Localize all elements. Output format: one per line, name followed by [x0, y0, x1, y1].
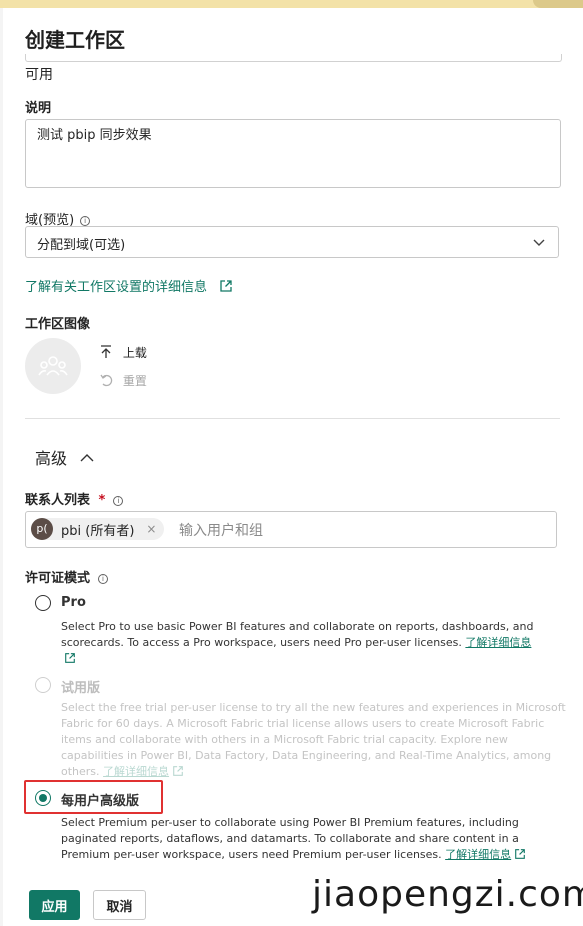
option-pro-learn-more-link[interactable]: 了解详细信息 — [465, 636, 531, 649]
workspace-avatar — [25, 338, 81, 394]
contact-chip: p( pbi (所有者) × — [31, 518, 165, 540]
option-trial-description: Select the free trial per-user license t… — [61, 700, 571, 780]
domain-select-value: 分配到域(可选) — [37, 238, 126, 253]
workspace-image-label: 工作区图像 — [25, 317, 91, 332]
required-mark: * — [98, 493, 106, 508]
cancel-button[interactable]: 取消 — [93, 890, 146, 920]
undo-icon — [100, 374, 113, 387]
apply-button[interactable]: 应用 — [29, 890, 80, 920]
upload-icon — [101, 345, 111, 358]
advanced-label: 高级 — [35, 449, 68, 468]
settings-link[interactable]: 了解有关工作区设置的详细信息 — [25, 276, 233, 295]
top-banner-corner — [533, 0, 583, 8]
contacts-label-row: 联系人列表 * i — [25, 489, 124, 508]
contacts-label: 联系人列表 — [25, 493, 91, 508]
top-banner — [0, 0, 583, 8]
info-icon[interactable]: i — [98, 574, 109, 584]
chevron-up-icon — [80, 454, 94, 462]
info-icon[interactable]: i — [113, 496, 124, 506]
option-trial-title[interactable]: 试用版 — [61, 677, 100, 696]
domain-select[interactable]: 分配到域(可选) — [25, 226, 559, 258]
people-group-icon — [38, 356, 68, 376]
description-textarea[interactable]: 测试 pbip 同步效果 — [25, 119, 561, 188]
option-trial-learn-more-link[interactable]: 了解详细信息 — [103, 765, 169, 778]
contacts-input-placeholder[interactable]: 输入用户和组 — [179, 520, 263, 540]
section-divider — [25, 418, 560, 419]
option-ppu-description: Select Premium per-user to collaborate u… — [61, 815, 561, 863]
license-label-row: 许可证模式 i — [25, 567, 109, 586]
reset-label: 重置 — [122, 374, 147, 388]
scrolled-field-remnant — [25, 54, 562, 62]
external-link-icon — [515, 849, 525, 859]
option-pro-description: Select Pro to use basic Power BI feature… — [61, 619, 546, 667]
chevron-down-icon — [533, 239, 545, 246]
external-link-icon — [65, 653, 75, 663]
avatar: p( — [31, 518, 53, 540]
advanced-toggle[interactable]: 高级 — [35, 445, 94, 469]
upload-label: 上载 — [122, 346, 147, 360]
radio-trial[interactable] — [35, 677, 51, 693]
info-icon[interactable]: i — [80, 216, 91, 226]
upload-button[interactable]: 上载 — [100, 344, 147, 361]
highlight-box — [24, 780, 163, 814]
external-link-icon — [173, 766, 183, 776]
panel-edge — [0, 8, 3, 926]
watermark-text: jiaopengzi.com — [312, 874, 583, 915]
contact-chip-name: pbi (所有者) — [61, 523, 135, 539]
remove-contact-icon[interactable]: × — [146, 522, 156, 536]
option-pro-title[interactable]: Pro — [61, 595, 86, 610]
contacts-picker[interactable]: p( pbi (所有者) × 输入用户和组 — [25, 511, 557, 548]
radio-pro[interactable] — [35, 595, 51, 611]
option-pro-description-text: Select Pro to use basic Power BI feature… — [61, 620, 534, 649]
option-ppu-learn-more-link[interactable]: 了解详细信息 — [445, 848, 511, 861]
availability-text: 可用 — [25, 67, 53, 83]
description-value: 测试 pbip 同步效果 — [37, 128, 152, 143]
reset-button[interactable]: 重置 — [100, 372, 147, 389]
settings-link-text: 了解有关工作区设置的详细信息 — [25, 280, 208, 295]
dialog-title: 创建工作区 — [25, 28, 125, 52]
license-label: 许可证模式 — [25, 571, 91, 586]
external-link-icon — [220, 280, 232, 292]
description-label: 说明 — [25, 101, 52, 116]
